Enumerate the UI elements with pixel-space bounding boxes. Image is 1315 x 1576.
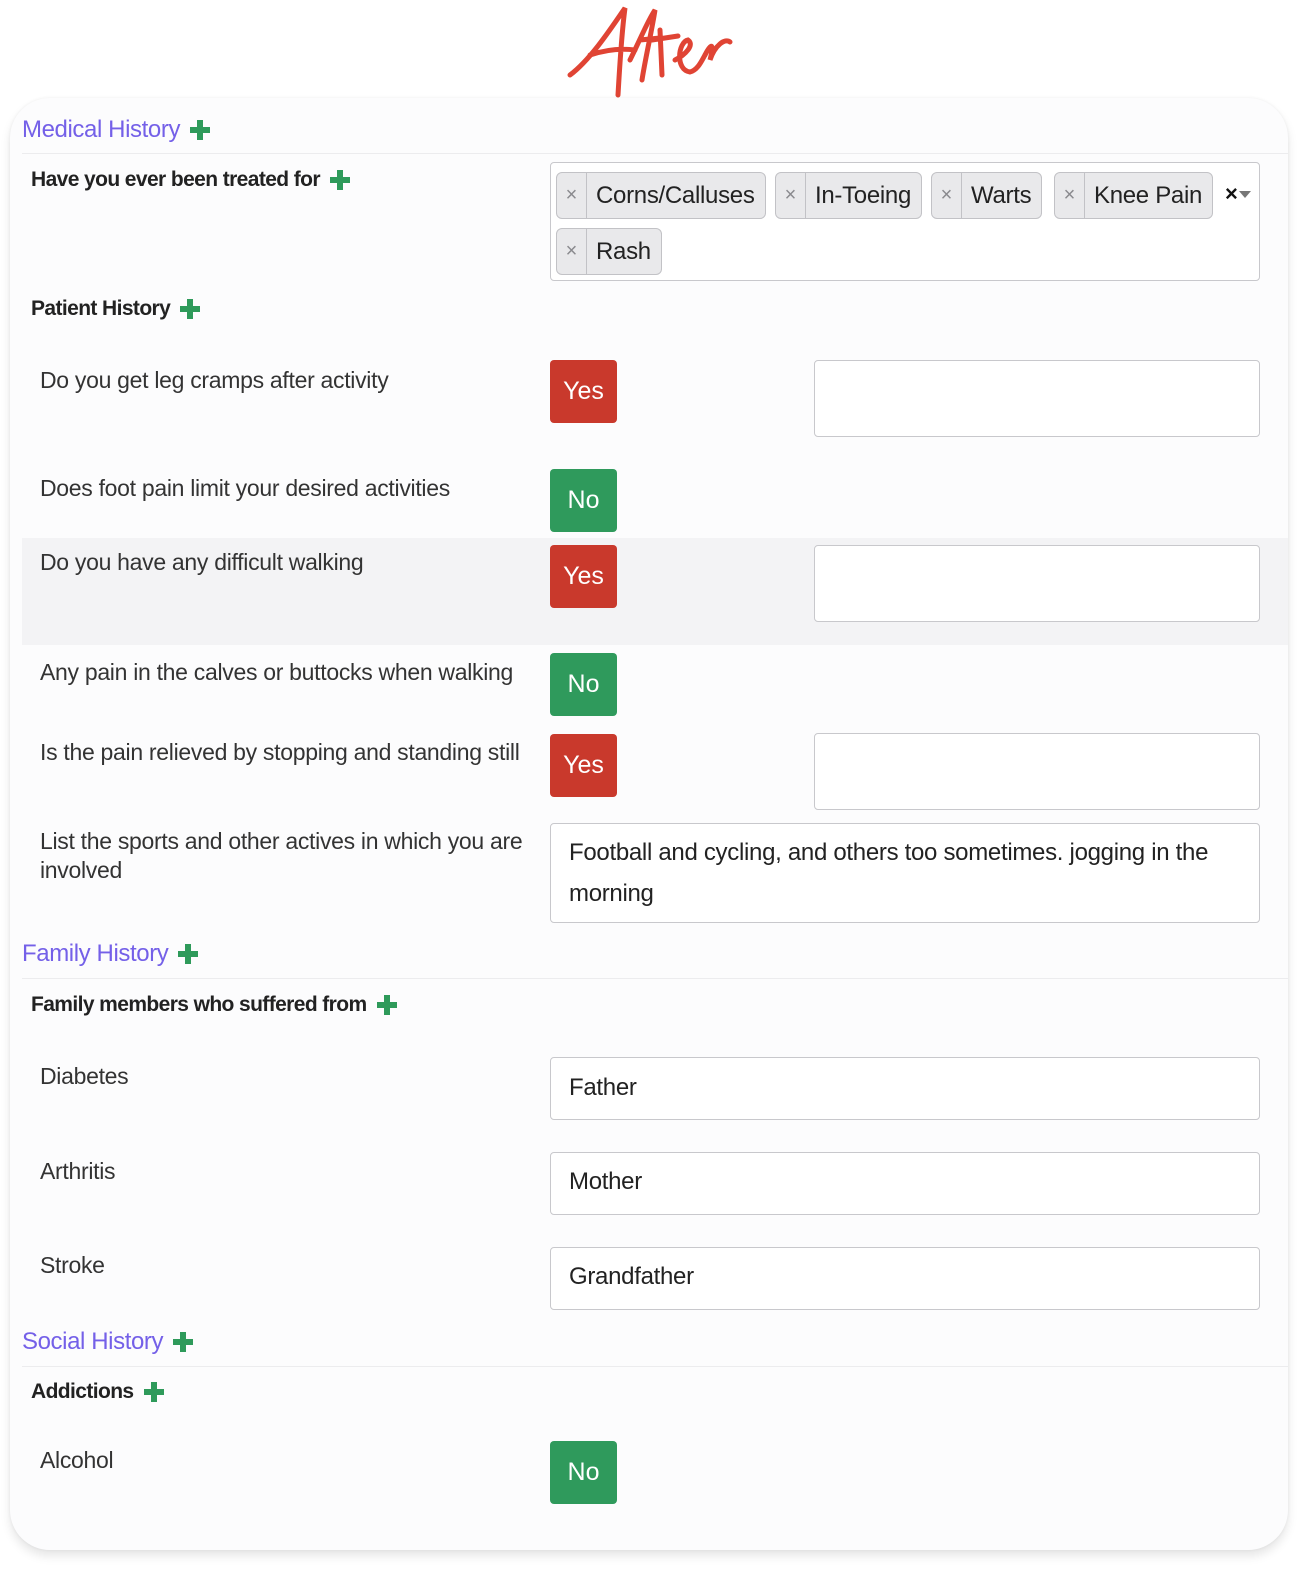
sports-textarea[interactable]: Football and cycling, and others too som… [550, 823, 1260, 923]
after-banner [0, 0, 1315, 100]
dropdown-caret-icon[interactable] [1239, 191, 1251, 198]
tag-knee-pain: × Knee Pain [1054, 172, 1214, 219]
add-social-history-plus-icon[interactable] [173, 1332, 194, 1352]
pain-relieved-notes-field[interactable] [814, 733, 1260, 810]
add-addiction-plus-icon[interactable] [143, 1382, 164, 1402]
question-foot-pain: Does foot pain limit your desired activi… [40, 475, 450, 501]
question-sports: List the sports and other actives in whi… [40, 828, 523, 883]
tag-label: Knee Pain [1094, 181, 1203, 209]
addictions-label: Addictions [31, 1380, 134, 1403]
question-leg-cramps: Do you get leg cramps after activity [40, 367, 389, 393]
medical-history-title: Medical History [22, 116, 181, 143]
add-family-history-plus-icon[interactable] [178, 944, 199, 964]
section-title-family-history: Family History [22, 940, 199, 968]
question-calves-pain: Any pain in the calves or buttocks when … [40, 659, 513, 685]
section-title-social-history: Social History [22, 1328, 194, 1356]
treated-for-multiselect[interactable]: × Corns/Calluses × In-Toeing × Warts × K… [550, 162, 1260, 281]
tag-warts: × Warts [931, 172, 1043, 219]
condition-diabetes: Diabetes [40, 1063, 129, 1089]
addiction-alcohol: Alcohol [40, 1447, 114, 1473]
answer-toggle-no[interactable]: No [550, 1441, 617, 1504]
stroke-relative-field[interactable]: Grandfather [550, 1247, 1260, 1310]
add-patient-history-plus-icon[interactable] [180, 299, 201, 319]
treated-for-label: Have you ever been treated for [31, 168, 321, 191]
section-title-medical-history: Medical History [22, 116, 211, 144]
divider [22, 978, 1288, 979]
difficult-walking-notes-field[interactable] [814, 545, 1260, 622]
tag-label: In-Toeing [815, 181, 912, 209]
answer-toggle-no[interactable]: No [550, 653, 617, 716]
treated-for-group: Have you ever been treated for [31, 168, 350, 192]
add-family-member-plus-icon[interactable] [376, 995, 397, 1015]
condition-stroke: Stroke [40, 1252, 105, 1278]
patient-history-group: Patient History [31, 297, 201, 321]
add-treated-for-plus-icon[interactable] [329, 170, 350, 190]
remove-tag-icon[interactable]: × [557, 229, 587, 274]
social-history-title: Social History [22, 1328, 164, 1355]
history-card: Medical History Have you ever been treat… [10, 98, 1288, 1550]
tag-label: Rash [596, 237, 651, 265]
remove-tag-icon[interactable]: × [776, 173, 806, 218]
divider [22, 1366, 1288, 1367]
answer-toggle-no[interactable]: No [550, 469, 617, 532]
remove-tag-icon[interactable]: × [1055, 173, 1085, 218]
family-members-label: Family members who suffered from [31, 993, 367, 1016]
tag-in-toeing: × In-Toeing [775, 172, 923, 219]
tag-rash: × Rash [556, 228, 662, 275]
answer-toggle-yes[interactable]: Yes [550, 545, 617, 608]
add-medical-history-plus-icon[interactable] [190, 120, 211, 140]
arthritis-relative-field[interactable]: Mother [550, 1152, 1260, 1215]
remove-tag-icon[interactable]: × [557, 173, 587, 218]
answer-toggle-yes[interactable]: Yes [550, 734, 617, 797]
diabetes-relative-field[interactable]: Father [550, 1057, 1260, 1120]
divider [22, 153, 1288, 154]
addictions-group: Addictions [31, 1380, 164, 1404]
family-history-title: Family History [22, 940, 169, 967]
clear-all-icon[interactable]: × [1225, 181, 1238, 207]
family-members-group: Family members who suffered from [31, 993, 397, 1017]
question-difficult-walking: Do you have any difficult walking [40, 549, 364, 575]
tag-label: Warts [971, 181, 1032, 209]
answer-toggle-yes[interactable]: Yes [550, 360, 617, 423]
tag-corns-calluses: × Corns/Calluses [556, 172, 766, 219]
question-pain-relieved: Is the pain relieved by stopping and sta… [40, 739, 520, 765]
patient-history-label: Patient History [31, 297, 171, 320]
remove-tag-icon[interactable]: × [932, 173, 962, 218]
after-script-logo [567, 6, 733, 98]
leg-cramps-notes-field[interactable] [814, 360, 1260, 437]
condition-arthritis: Arthritis [40, 1158, 116, 1184]
tag-label: Corns/Calluses [596, 181, 755, 209]
